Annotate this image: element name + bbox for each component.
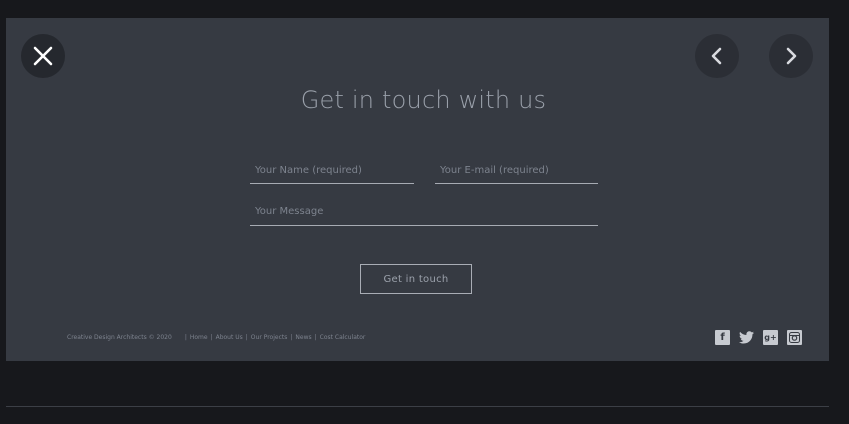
footer-link-news[interactable]: News — [295, 334, 311, 341]
message-field-wrapper — [250, 199, 598, 226]
chevron-left-icon — [711, 47, 722, 65]
email-field-wrapper — [435, 157, 598, 184]
googleplus-icon[interactable]: g+ — [763, 330, 778, 345]
contact-modal-panel: Get in touch with us Get in touch Creati… — [6, 18, 829, 361]
name-field-wrapper — [250, 157, 414, 184]
previous-button[interactable] — [695, 34, 739, 78]
social-links: f g+ — [706, 330, 802, 345]
page-divider — [6, 406, 829, 407]
message-input[interactable] — [250, 199, 598, 225]
copyright-text: Creative Design Architects © 2020 — [67, 334, 172, 341]
submit-button[interactable]: Get in touch — [360, 264, 472, 294]
name-input[interactable] — [250, 157, 414, 183]
close-icon — [33, 46, 53, 66]
twitter-icon[interactable] — [739, 330, 754, 345]
facebook-icon[interactable]: f — [715, 330, 730, 345]
footer: Creative Design Architects © 2020 | Home… — [67, 334, 365, 341]
close-button[interactable] — [21, 34, 65, 78]
form-title: Get in touch with us — [300, 86, 547, 114]
footer-link-home[interactable]: Home — [190, 334, 208, 341]
footer-link-our-projects[interactable]: Our Projects — [251, 334, 288, 341]
footer-link-about-us[interactable]: About Us — [216, 334, 243, 341]
footer-link-cost-calculator[interactable]: Cost Calculator — [320, 334, 366, 341]
instagram-glyph-icon — [789, 332, 800, 343]
footer-nav: | Home | About Us | Our Projects | News … — [184, 334, 366, 341]
email-input[interactable] — [435, 157, 598, 183]
instagram-icon[interactable] — [787, 330, 802, 345]
twitter-bird-icon — [739, 331, 754, 344]
next-button[interactable] — [769, 34, 813, 78]
chevron-right-icon — [786, 47, 797, 65]
